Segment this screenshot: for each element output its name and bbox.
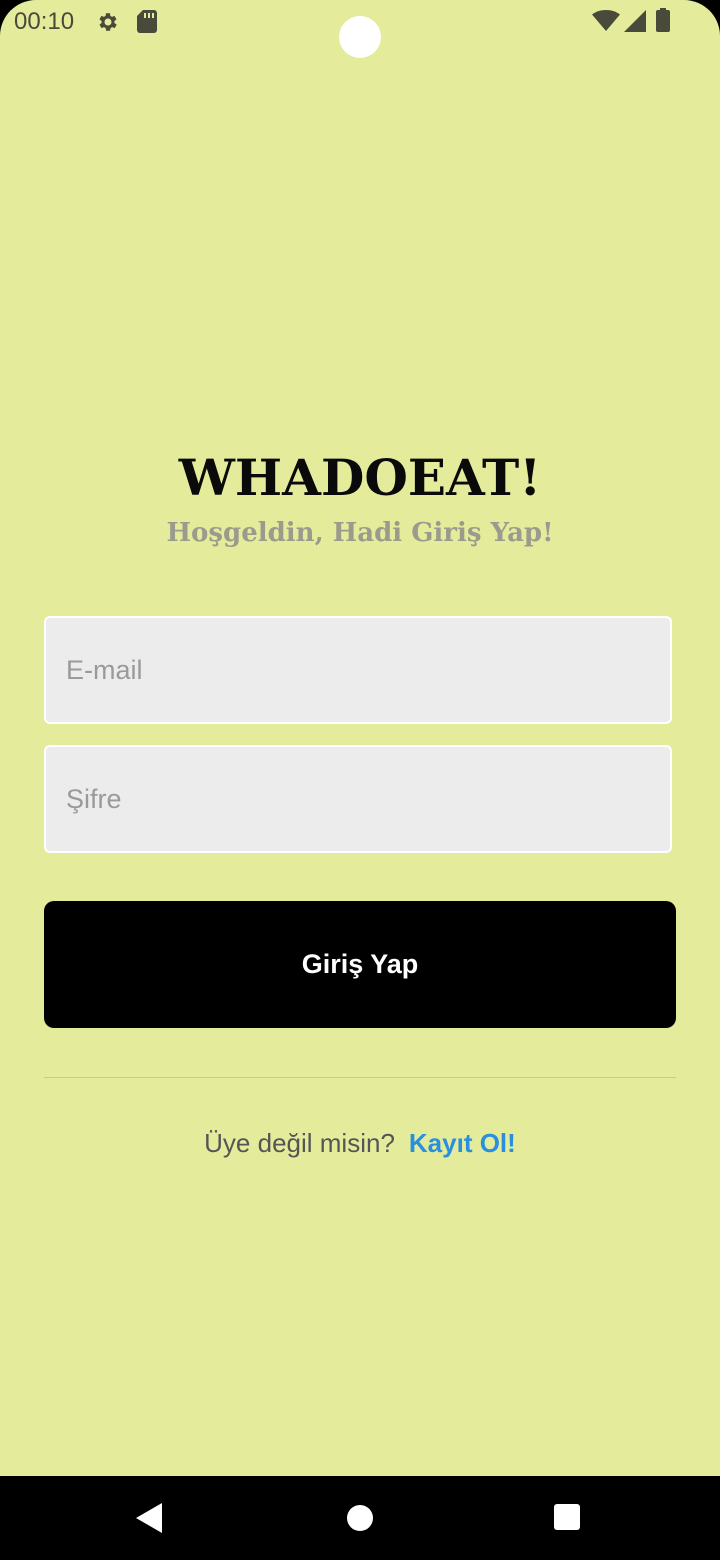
login-button[interactable]: Giriş Yap: [44, 901, 676, 1028]
welcome-subtitle: Hoşgeldin, Hadi Giriş Yap!: [166, 518, 554, 548]
signup-link[interactable]: Kayıt Ol!: [409, 1128, 516, 1158]
navigation-bar: [0, 1476, 720, 1560]
divider: [44, 1077, 676, 1078]
login-screen: 00:10 WHADOEAT! Hoşgeldin, Hadi Giriş Ya…: [0, 0, 720, 1560]
front-camera-cutout: [339, 16, 381, 58]
app-title: WHADOEAT!: [178, 448, 542, 507]
wifi-icon: [592, 10, 620, 31]
battery-icon: [656, 8, 670, 32]
recents-icon[interactable]: [554, 1504, 580, 1530]
status-time: 00:10: [14, 8, 75, 35]
login-button-label: Giriş Yap: [301, 949, 419, 979]
email-field[interactable]: [46, 618, 670, 722]
cell-signal-icon: [624, 10, 646, 32]
sd-card-icon: [137, 10, 157, 33]
password-field-container: [44, 745, 672, 853]
password-field[interactable]: [46, 747, 670, 851]
email-field-container: [44, 616, 672, 724]
signup-question: Üye değil misin?: [204, 1128, 395, 1158]
gear-icon: [99, 13, 117, 31]
signup-row: Üye değil misin? Kayıt Ol!: [0, 1128, 720, 1159]
back-icon[interactable]: [136, 1502, 164, 1534]
status-bar: 00:10: [0, 0, 720, 58]
home-icon[interactable]: [347, 1505, 373, 1531]
